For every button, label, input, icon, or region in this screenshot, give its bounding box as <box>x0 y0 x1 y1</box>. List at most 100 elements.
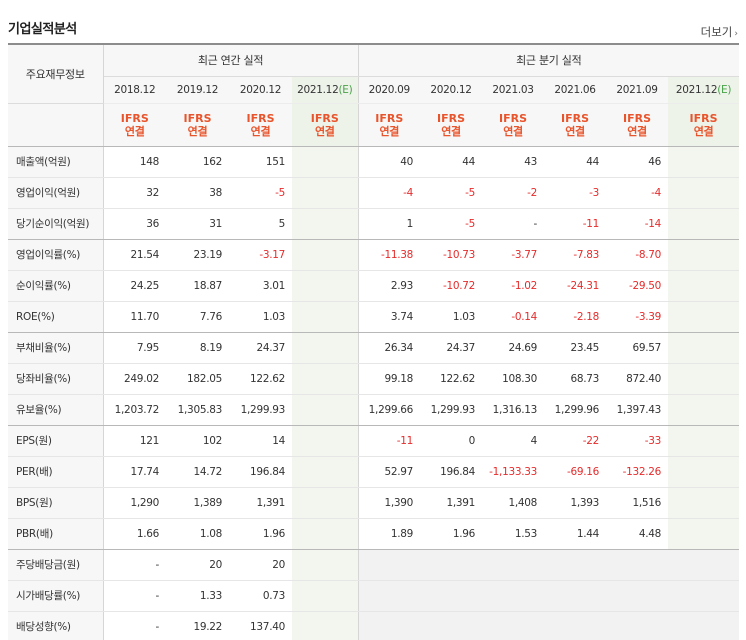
quarter-value-cell <box>544 580 607 612</box>
annual-value-cell: 38 <box>166 177 229 209</box>
annual-value-cell: 32 <box>103 177 166 209</box>
ifrs-label: IFRS <box>183 111 212 125</box>
quarter-period-header: 2020.09 <box>357 76 421 104</box>
annual-value-cell <box>292 332 359 364</box>
annual-value-cell <box>292 611 359 640</box>
table-row: 주당배당금(원) -20 20 <box>8 549 740 581</box>
quarter-value-cell: 52.97 <box>357 456 421 488</box>
row-label: 배당성향(%) <box>8 611 104 640</box>
quarter-value-cell: - <box>482 208 545 240</box>
period-label: 2020.12 <box>239 83 282 96</box>
quarter-value-cell: -0.14 <box>482 301 545 333</box>
annual-value-cell: 19.22 <box>166 611 229 640</box>
row-label: 영업이익(억원) <box>8 177 104 209</box>
table-row: 부채비율(%) 7.95 8.19 24.37 26.34 24.37 24.69 23.45… <box>8 332 740 364</box>
row-label: PBR(배) <box>8 518 104 550</box>
row-label: 유보율(%) <box>8 394 104 426</box>
consolidated-label: 연결 <box>627 124 647 138</box>
quarter-value-cell: -22 <box>544 425 607 457</box>
quarter-value-cell: 99.18 <box>357 363 421 395</box>
quarter-value-cell: 1,299.66 <box>357 394 421 426</box>
ifrs-label: IFRS <box>561 111 590 125</box>
period-label: 2021.03 <box>492 83 534 96</box>
annual-value-cell: 122.62 <box>229 363 292 395</box>
table-row: 시가배당률(%) -1.33 0.73 <box>8 580 740 612</box>
quarter-value-cell <box>420 580 483 612</box>
annual-value-cell: 24.37 <box>229 332 292 364</box>
annual-value-cell: 1.96 <box>229 518 292 550</box>
consolidated-label: 연결 <box>379 124 400 138</box>
row-label: PER(배) <box>8 456 104 488</box>
quarter-value-cell <box>668 611 740 640</box>
quarter-value-cell: -14 <box>606 208 669 240</box>
quarter-period-header: 2021.12(E) <box>668 76 740 104</box>
quarter-value-cell <box>482 611 545 640</box>
annual-period-header: 2019.12 <box>166 76 229 104</box>
quarter-value-cell: 1 <box>357 208 421 240</box>
table-row: 영업이익(억원) 32 38 -5 -4 -5 -2 -3 -4 <box>8 177 740 209</box>
quarter-value-cell <box>544 549 607 581</box>
annual-value-cell: 102 <box>166 425 229 457</box>
quarter-value-cell: -10.72 <box>420 270 483 302</box>
ifrs-consolidated-header: IFRS 연결 <box>229 103 292 147</box>
row-label: 부채비율(%) <box>8 332 104 364</box>
consolidated-label: 연결 <box>124 124 145 138</box>
consolidated-label: 연결 <box>187 124 208 138</box>
row-label: 시가배당률(%) <box>8 580 104 612</box>
quarter-value-cell: -29.50 <box>606 270 669 302</box>
quarter-value-cell <box>668 549 740 581</box>
table-body: 매출액(억원) 148 162 151 40 44 43 44 46 영업이익(억원) 32 38 -5… <box>8 146 740 640</box>
quarter-value-cell: 24.37 <box>420 332 483 364</box>
annual-value-cell <box>292 456 359 488</box>
quarter-value-cell <box>668 487 740 519</box>
annual-value-cell <box>292 518 359 550</box>
quarter-value-cell: -4 <box>606 177 669 209</box>
table-row: PBR(배) 1.66 1.08 1.96 1.89 1.96 1.53 1.44 4.48 <box>8 518 740 550</box>
annual-value-cell: 121 <box>103 425 166 457</box>
quarter-value-cell: 3.74 <box>357 301 421 333</box>
period-header-row: 2018.12 2019.12 2020.12 2021.12(E) 2020.09 20… <box>8 76 740 104</box>
annual-value-cell: 1.33 <box>166 580 229 612</box>
annual-value-cell: 36 <box>103 208 166 240</box>
chevron-right-icon: › <box>734 29 738 39</box>
quarter-value-cell <box>668 270 740 302</box>
section-title: 기업실적분석 <box>8 22 77 37</box>
annual-value-cell: 3.01 <box>229 270 292 302</box>
annual-value-cell <box>292 363 359 395</box>
annual-value-cell: 21.54 <box>103 239 166 271</box>
consolidated-label: 연결 <box>565 124 585 138</box>
annual-period-header: 2018.12 <box>103 76 166 104</box>
annual-value-cell <box>292 580 359 612</box>
quarter-value-cell: 1.53 <box>482 518 545 550</box>
quarter-value-cell: 1,299.93 <box>420 394 483 426</box>
annual-value-cell: 1.66 <box>103 518 166 550</box>
quarter-value-cell: -3.39 <box>606 301 669 333</box>
annual-value-cell <box>292 177 359 209</box>
ifrs-consolidated-header: IFRS 연결 <box>606 103 669 147</box>
quarter-value-cell <box>357 580 421 612</box>
more-link-label: 더보기 <box>700 25 733 39</box>
quarter-value-cell: -3 <box>544 177 607 209</box>
quarter-value-cell <box>668 425 740 457</box>
annual-value-cell: 1,391 <box>229 487 292 519</box>
quarter-value-cell: 1,397.43 <box>606 394 669 426</box>
quarter-value-cell: 24.69 <box>482 332 545 364</box>
annual-value-cell: 137.40 <box>229 611 292 640</box>
quarter-value-cell: -11 <box>544 208 607 240</box>
annual-value-cell: 14 <box>229 425 292 457</box>
annual-group-header: 최근 연간 실적 <box>103 43 359 77</box>
annual-value-cell: 1.08 <box>166 518 229 550</box>
quarter-value-cell: -132.26 <box>606 456 669 488</box>
table-row: 유보율(%) 1,203.72 1,305.83 1,299.93 1,299.66 1,… <box>8 394 740 426</box>
annual-value-cell: 5 <box>229 208 292 240</box>
annual-value-cell <box>292 146 359 178</box>
quarter-value-cell: 40 <box>357 146 421 178</box>
annual-value-cell: 20 <box>166 549 229 581</box>
quarter-value-cell <box>668 301 740 333</box>
annual-value-cell: 11.70 <box>103 301 166 333</box>
more-link[interactable]: 더보기 › <box>701 24 738 40</box>
consolidated-label: 연결 <box>441 124 461 138</box>
annual-value-cell: -3.17 <box>229 239 292 271</box>
annual-value-cell <box>292 239 359 271</box>
table-row: 당기순이익(억원) 36 31 5 1 -5- -11 -14 <box>8 208 740 240</box>
